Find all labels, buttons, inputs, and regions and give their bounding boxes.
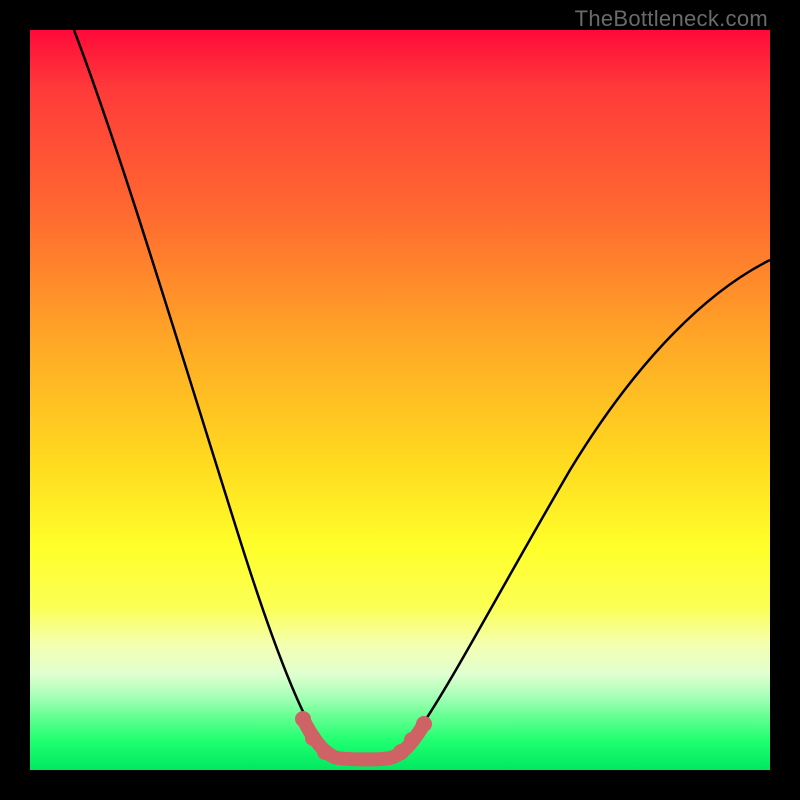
watermark-text: TheBottleneck.com <box>575 6 768 32</box>
bottleneck-curve <box>74 30 770 758</box>
plot-area <box>30 30 770 770</box>
chart-svg <box>30 30 770 770</box>
chart-frame: TheBottleneck.com <box>0 0 800 800</box>
